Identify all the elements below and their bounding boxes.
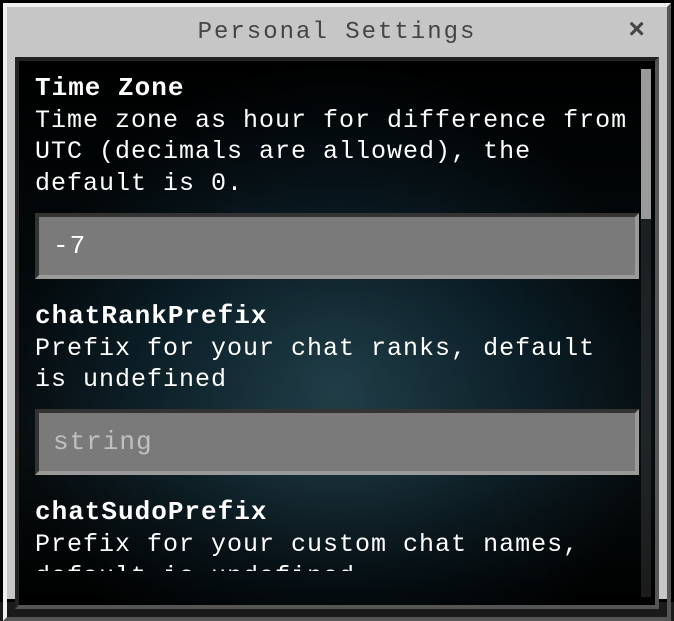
setting-time-zone: Time Zone Time zone as hour for differen…: [35, 73, 639, 279]
setting-title: chatSudoPrefix: [35, 497, 639, 527]
setting-chat-sudo-prefix: chatSudoPrefix Prefix for your custom ch…: [35, 497, 639, 571]
settings-dialog: Personal Settings × Time Zone Time zone …: [0, 0, 674, 602]
dialog-inner: Personal Settings × Time Zone Time zone …: [3, 3, 671, 621]
setting-description: Time zone as hour for difference from UT…: [35, 105, 639, 199]
scrollbar-track[interactable]: [641, 69, 651, 597]
scrollbar-thumb[interactable]: [641, 69, 651, 219]
setting-description: Prefix for your custom chat names, defau…: [35, 529, 639, 571]
dialog-header: Personal Settings ×: [7, 7, 667, 57]
close-icon[interactable]: ×: [628, 18, 647, 46]
setting-title: chatRankPrefix: [35, 301, 639, 331]
dialog-title: Personal Settings: [198, 19, 477, 46]
setting-description: Prefix for your chat ranks, default is u…: [35, 333, 639, 396]
content-scroll[interactable]: Time Zone Time zone as hour for differen…: [19, 61, 655, 605]
setting-chat-rank-prefix: chatRankPrefix Prefix for your chat rank…: [35, 301, 639, 476]
chat-rank-prefix-input[interactable]: [35, 409, 639, 475]
content-wrapper: Time Zone Time zone as hour for differen…: [15, 57, 659, 609]
time-zone-input[interactable]: [35, 213, 639, 279]
setting-title: Time Zone: [35, 73, 639, 103]
